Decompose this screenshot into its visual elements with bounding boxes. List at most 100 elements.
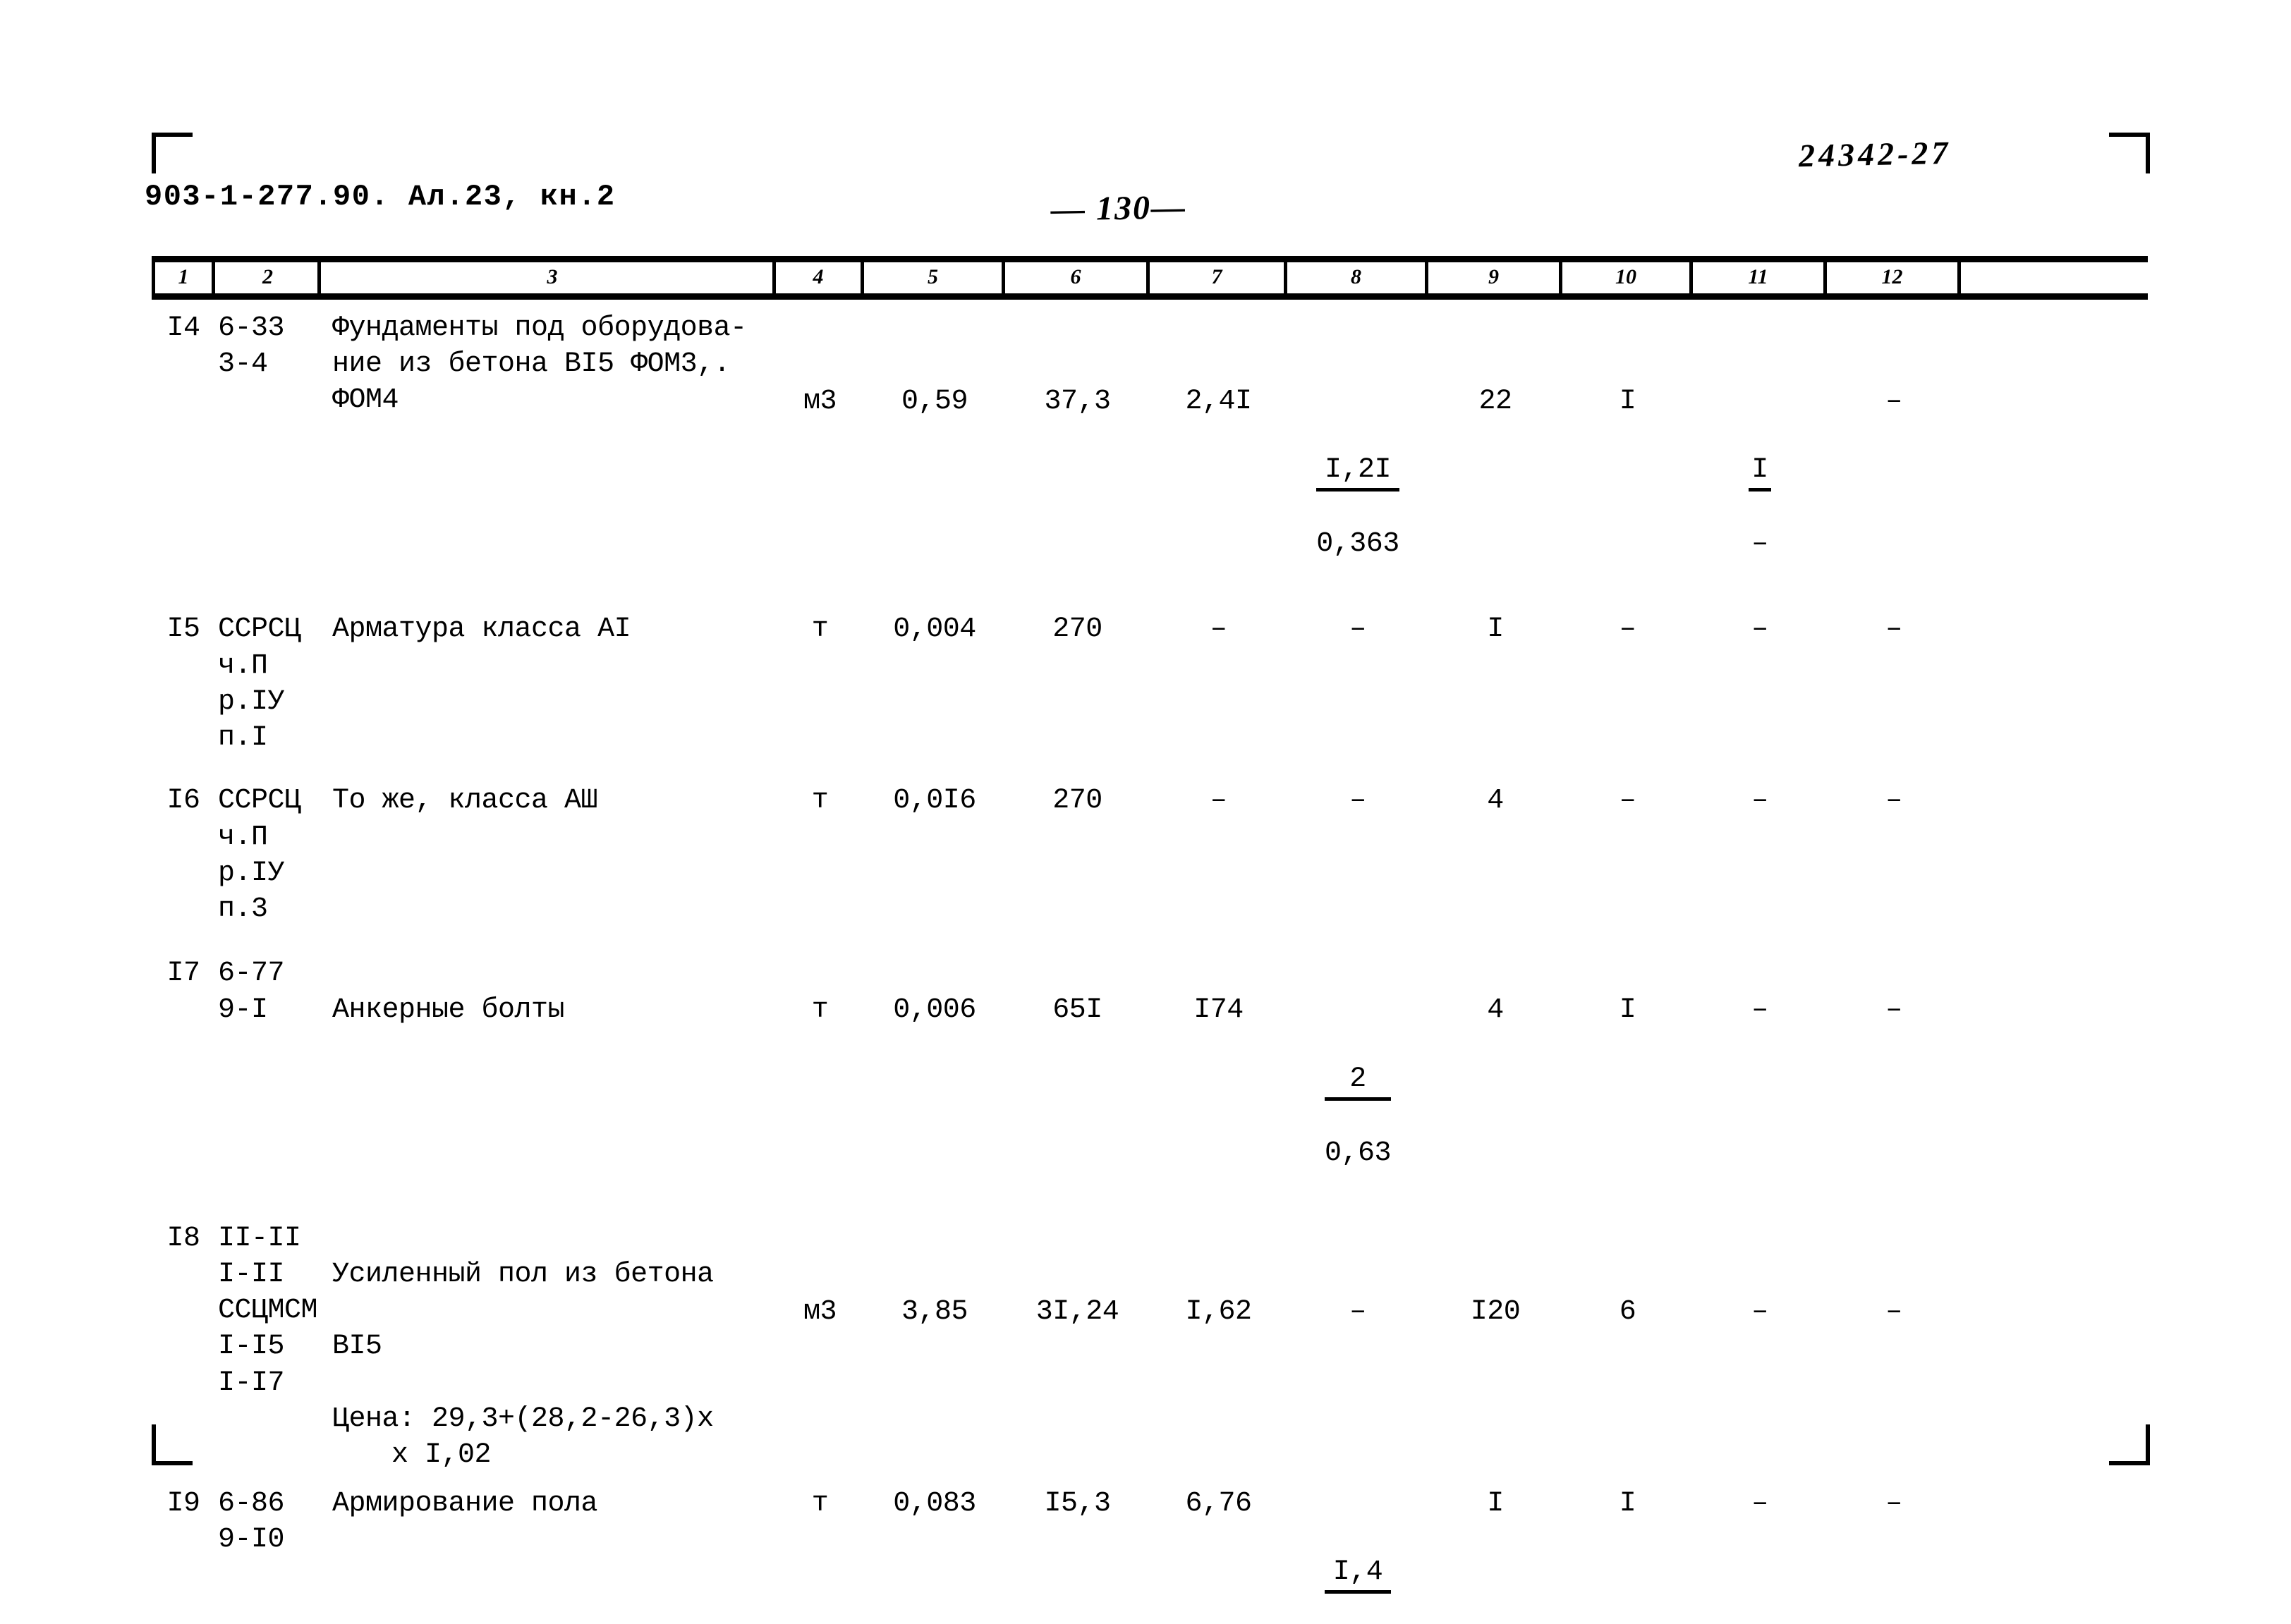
- document-page: 903-1-277.90. Ал.23, кн.2 24342-27 — 130…: [0, 0, 2291, 1624]
- row-value-8: –: [1349, 613, 1366, 646]
- row-value-10: I: [1619, 994, 1636, 1027]
- row-value-6: 37,3: [1044, 386, 1111, 417]
- row-value-9: I: [1487, 1488, 1504, 1520]
- table-row: I7 6-77 9-I Анкерные болты т 0,006 65I I…: [152, 956, 2148, 1204]
- row-value-12: –: [1885, 994, 1902, 1027]
- fraction-numerator: I: [1749, 453, 1771, 492]
- row-value-11: –: [1751, 1488, 1768, 1520]
- fraction-denominator: 0,363: [1316, 528, 1399, 561]
- row-value-7: 6,76: [1185, 1488, 1252, 1520]
- row-number: I5: [166, 613, 200, 646]
- archive-number: 24342-27: [1798, 134, 1952, 174]
- column-number-9: 9: [1428, 262, 1562, 293]
- row-value-6: 3I,24: [1035, 1295, 1119, 1328]
- row-value-10: –: [1619, 613, 1636, 646]
- row-code: 6-77 9-I: [218, 958, 285, 1026]
- fraction-denominator: –: [1751, 528, 1768, 561]
- row-code: II-II I-II ССЦМСМ I-I5 I-I7: [218, 1222, 318, 1399]
- row-value-10: –: [1619, 785, 1636, 817]
- column-number-3: 3: [321, 262, 776, 293]
- column-number-11: 11: [1693, 262, 1827, 293]
- row-unit: т: [811, 785, 829, 817]
- row-value-9: 4: [1487, 785, 1504, 817]
- row-value-12: –: [1885, 1295, 1902, 1328]
- row-value-8: –: [1349, 1295, 1366, 1328]
- row-value-6: 270: [1052, 785, 1102, 817]
- row-value-9: I20: [1470, 1295, 1521, 1328]
- row-unit: м3: [803, 386, 837, 417]
- row-value-12: –: [1885, 613, 1902, 646]
- row-code: ССРСЦ ч.П р.IУ п.I: [218, 613, 301, 754]
- row-number: I4: [166, 312, 200, 344]
- row-value-8-fraction: I,2I 0,363: [1287, 310, 1428, 596]
- row-value-6: I5,3: [1044, 1488, 1111, 1520]
- row-name: Армирование пола: [332, 1488, 598, 1520]
- row-value-5: 0,083: [893, 1488, 976, 1520]
- table-row: I9 6-86 9-I0 Армирование пола т 0,083 I5…: [152, 1486, 2148, 1624]
- row-number: I8: [166, 1222, 200, 1254]
- row-number: I6: [166, 785, 200, 817]
- row-value-12: –: [1885, 1488, 1902, 1520]
- row-name: Арматура класса АI: [332, 613, 631, 646]
- table-row: I4 6-33 3-4 Фундаменты под оборудова- ни…: [152, 310, 2148, 596]
- document-code: 903-1-277.90. Ал.23, кн.2: [145, 180, 616, 214]
- table-row: I8 II-II I-II ССЦМСМ I-I5 I-I7 Усиленный…: [152, 1221, 2148, 1473]
- row-code: ССРСЦ ч.П р.IУ п.3: [218, 785, 301, 925]
- row-value-7: –: [1210, 613, 1227, 646]
- column-number-6: 6: [1005, 262, 1150, 293]
- column-number-10: 10: [1562, 262, 1693, 293]
- corner-mark-top-right: [2109, 133, 2150, 173]
- row-name: Фундаменты под оборудова- ние из бетона …: [332, 312, 747, 417]
- row-value-11: –: [1751, 785, 1768, 817]
- row-value-7: 2,4I: [1185, 386, 1252, 417]
- row-value-11: –: [1751, 613, 1768, 646]
- row-value-11-fraction: I –: [1693, 310, 1827, 596]
- column-number-8: 8: [1287, 262, 1428, 293]
- row-value-5: 3,85: [901, 1295, 968, 1328]
- row-value-12: –: [1885, 386, 1902, 417]
- page-number: — 130—: [1050, 188, 1187, 228]
- row-number: I7: [166, 958, 200, 990]
- row-value-11: –: [1751, 994, 1768, 1027]
- row-value-8-fraction: 2 0,63: [1287, 956, 1428, 1204]
- fraction-numerator: I,2I: [1316, 453, 1399, 492]
- row-value-10: I: [1619, 386, 1636, 417]
- row-value-6: 270: [1052, 613, 1102, 646]
- row-name-block: Усиленный пол из бетона ВI5 Цена: 29,3+(…: [321, 1221, 776, 1473]
- row-value-7: –: [1210, 785, 1227, 817]
- row-value-5: 0,004: [893, 613, 976, 646]
- row-value-12: –: [1885, 785, 1902, 817]
- fraction-denominator: 0,63: [1324, 1137, 1392, 1169]
- row-name: То же, класса АШ: [332, 785, 598, 817]
- column-number-2: 2: [215, 262, 321, 293]
- row-value-8-fraction: I,4 0,42: [1287, 1486, 1428, 1624]
- fraction-numerator: I,4: [1324, 1556, 1391, 1594]
- row-unit: т: [811, 1488, 829, 1520]
- row-name-continuation: х I,02: [391, 1439, 492, 1471]
- row-value-8: –: [1349, 785, 1366, 817]
- row-value-5: 0,006: [893, 994, 976, 1027]
- row-value-11: –: [1751, 1295, 1768, 1328]
- table-body: I4 6-33 3-4 Фундаменты под оборудова- ни…: [152, 310, 2148, 1624]
- row-code: 6-86 9-I0: [218, 1488, 285, 1556]
- row-unit: т: [811, 994, 829, 1027]
- column-number-5: 5: [864, 262, 1005, 293]
- row-value-5: 0,59: [901, 386, 968, 417]
- table-row: I5 ССРСЦ ч.П р.IУ п.I Арматура класса АI…: [152, 611, 2148, 777]
- row-name: Анкерные болты: [332, 994, 565, 1027]
- row-code: 6-33 3-4: [218, 312, 285, 381]
- row-name: Усиленный пол из бетона ВI5 Цена: 29,3+(…: [332, 1258, 714, 1435]
- row-value-5: 0,0I6: [893, 785, 976, 817]
- table-row: I6 ССРСЦ ч.П р.IУ п.3 То же, класса АШ т…: [152, 783, 2148, 948]
- corner-mark-top-left: [152, 133, 193, 173]
- row-value-7: I74: [1193, 994, 1244, 1027]
- row-unit: т: [811, 613, 829, 646]
- row-value-10: 6: [1619, 1295, 1636, 1328]
- row-value-7: I,62: [1185, 1295, 1252, 1328]
- column-number-4: 4: [776, 262, 864, 293]
- column-number-12: 12: [1827, 262, 1961, 293]
- column-number-header-row: 1 2 3 4 5 6 7 8 9 10 11 12: [152, 256, 2148, 300]
- column-number-1: 1: [152, 262, 215, 293]
- row-unit: м3: [803, 1295, 837, 1328]
- row-value-6: 65I: [1052, 994, 1102, 1027]
